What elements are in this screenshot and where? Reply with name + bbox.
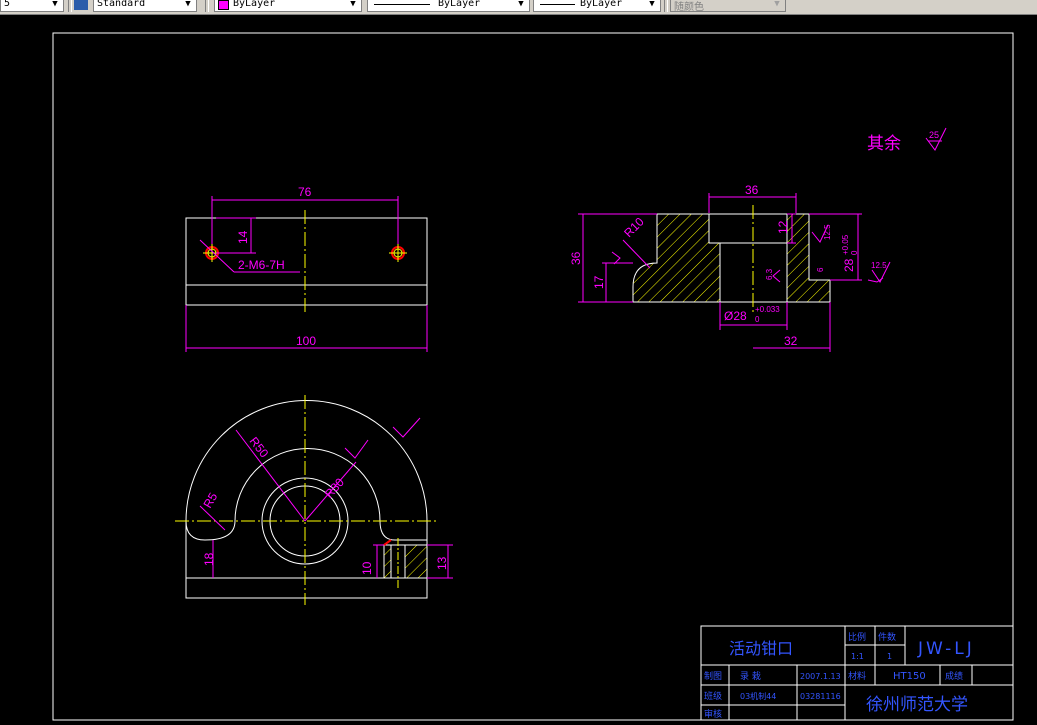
lineweight2-dropdown[interactable]: ByLayer ▼ <box>533 0 661 12</box>
chevron-down-icon: ▼ <box>774 0 780 9</box>
properties-toolbar: 5 ▼ Standard ▼ ByLayer ▼ ByLayer ▼ ByLay… <box>0 0 1037 15</box>
drawer-name: 录 栽 <box>740 670 761 682</box>
textstyle-dropdown[interactable]: Standard ▼ <box>93 0 197 12</box>
roughness-note-label: 其余 <box>867 134 901 153</box>
dim-hole-depth: 10 <box>360 561 374 575</box>
material-value: HT150 <box>893 671 926 682</box>
scale-header: 比例 <box>848 631 866 643</box>
dim-height-tol-lower: 0 <box>850 250 859 255</box>
color-dropdown[interactable]: ByLayer ▼ <box>214 0 362 12</box>
class-label: 班级 <box>704 690 722 702</box>
dim-hole-spacing: 76 <box>298 185 312 199</box>
roughness-b: 6.3 <box>765 268 774 280</box>
section-hatch-left <box>632 213 721 303</box>
threaded-hole-right <box>389 244 407 262</box>
plotstyle-value: 随颜色 <box>674 2 704 13</box>
lineweight2-value: ByLayer <box>580 0 623 9</box>
color-swatch-icon <box>218 0 229 10</box>
dim-height-tol-upper: +0.05 <box>841 234 850 255</box>
roughness-symbol-icon <box>611 251 621 265</box>
roughness-a: 12.5 <box>823 224 832 240</box>
scale-value: 1:1 <box>851 652 864 661</box>
linetype-sample-icon <box>374 4 430 5</box>
school-name: 徐州师范大学 <box>866 695 968 715</box>
color-value: ByLayer <box>233 0 276 9</box>
student-id: 03281116 <box>800 692 841 701</box>
section-view: 36 12 36 17 R10 28 +0.05 0 Ø28 +0.033 0 <box>569 183 891 352</box>
roughness-symbol-icon <box>392 417 421 438</box>
count-header: 件数 <box>878 631 896 643</box>
toolbar-separator <box>205 0 209 12</box>
row-draw-label: 制图 <box>704 670 722 682</box>
roughness-note-value: 25 <box>929 130 939 140</box>
dim-hole-offset: 14 <box>236 230 250 244</box>
chevron-down-icon: ▼ <box>185 0 191 9</box>
surface-roughness-note: 其余 25 <box>867 127 947 153</box>
textstyle-icon[interactable] <box>74 0 88 10</box>
grade-label: 成绩 <box>945 670 963 682</box>
class-value: 03机制44 <box>740 691 776 701</box>
dim-base-width: 32 <box>784 334 798 348</box>
dim-bore-value: Ø28 <box>724 309 747 323</box>
chevron-down-icon: ▼ <box>649 0 655 9</box>
dim-hatch-height: 13 <box>435 556 449 570</box>
dim-bore-upper: +0.033 <box>755 305 780 314</box>
linetype-dropdown[interactable]: ByLayer ▼ <box>367 0 530 12</box>
drawing-number: JW-LJ <box>917 639 975 659</box>
dim-outer-radius: R50 <box>247 434 272 460</box>
plotstyle-dropdown[interactable]: 随颜色 ▼ <box>670 0 786 13</box>
review-label: 审核 <box>704 708 722 720</box>
dim-step-height: 17 <box>592 275 606 289</box>
front-base-plate <box>185 577 428 599</box>
title-block: 活动钳口 比例 件数 JW-LJ 1:1 1 制图 录 栽 2007.1.13 … <box>700 625 1014 721</box>
material-label: 材料 <box>848 670 866 682</box>
lineweight-sample-icon <box>540 4 575 5</box>
count-value: 1 <box>887 652 892 661</box>
toolbar-separator <box>664 0 668 12</box>
drawing-canvas[interactable]: 其余 25 76 14 2-M6-7H 100 36 12 36 17 R10 … <box>0 15 1037 725</box>
dim-base-height: 18 <box>202 552 216 566</box>
roughness-c: 12.5 <box>871 261 887 270</box>
dim-bore-lower: 0 <box>755 315 760 324</box>
front-view: R50 R30 R5 18 10 13 <box>175 395 453 605</box>
dim-height-tol-value: 28 <box>842 258 856 272</box>
roughness-symbol-icon <box>344 439 369 459</box>
dim-total-height: 36 <box>569 251 583 265</box>
top-view: 76 14 2-M6-7H 100 <box>185 185 428 352</box>
roughness-d: 6 <box>816 267 825 272</box>
dim-width-total: 100 <box>296 334 316 348</box>
draw-date: 2007.1.13 <box>800 672 841 681</box>
chevron-down-icon: ▼ <box>350 0 356 9</box>
dim-radius: R10 <box>621 214 647 240</box>
chevron-down-icon: ▼ <box>518 0 524 9</box>
roughness-symbol-icon <box>772 269 781 283</box>
dim-fillet-radius: R5 <box>200 490 220 511</box>
lineweight-dropdown[interactable]: 5 ▼ <box>0 0 64 12</box>
toolbar-separator <box>68 0 72 12</box>
thread-callout: 2-M6-7H <box>238 258 285 272</box>
lineweight-value: 5 <box>4 0 11 9</box>
textstyle-value: Standard <box>97 0 146 9</box>
dim-bore-depth: 12 <box>776 220 790 234</box>
chevron-down-icon: ▼ <box>52 0 58 9</box>
front-partial-hatch <box>404 544 428 579</box>
part-name: 活动钳口 <box>729 639 793 658</box>
linetype-value: ByLayer <box>438 0 481 9</box>
dim-top-width: 36 <box>745 183 759 197</box>
